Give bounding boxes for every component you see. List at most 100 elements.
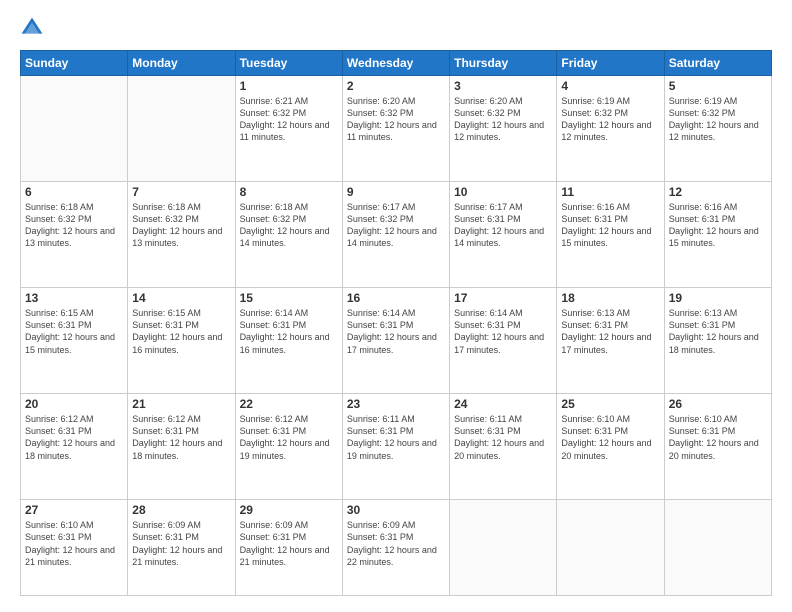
day-info: Sunrise: 6:14 AM Sunset: 6:31 PM Dayligh…	[454, 307, 552, 356]
weekday-header-monday: Monday	[128, 51, 235, 76]
day-info: Sunrise: 6:15 AM Sunset: 6:31 PM Dayligh…	[25, 307, 123, 356]
day-info: Sunrise: 6:10 AM Sunset: 6:31 PM Dayligh…	[25, 519, 123, 568]
day-number: 29	[240, 503, 338, 517]
weekday-header-friday: Friday	[557, 51, 664, 76]
day-number: 1	[240, 79, 338, 93]
day-info: Sunrise: 6:12 AM Sunset: 6:31 PM Dayligh…	[132, 413, 230, 462]
day-number: 7	[132, 185, 230, 199]
day-cell	[21, 76, 128, 182]
day-info: Sunrise: 6:17 AM Sunset: 6:31 PM Dayligh…	[454, 201, 552, 250]
day-number: 5	[669, 79, 767, 93]
day-number: 20	[25, 397, 123, 411]
day-cell: 15Sunrise: 6:14 AM Sunset: 6:31 PM Dayli…	[235, 288, 342, 394]
day-cell	[557, 500, 664, 596]
day-cell: 12 Sunrise: 6:16 AM Sunset: 6:31 PM Dayli…	[664, 182, 771, 288]
day-cell: 1 Sunrise: 6:21 AM Sunset: 6:32 PM Daylig…	[235, 76, 342, 182]
week-row-2: 13Sunrise: 6:15 AM Sunset: 6:31 PM Dayli…	[21, 288, 772, 394]
day-cell: 9 Sunrise: 6:17 AM Sunset: 6:32 PM Daylig…	[342, 182, 449, 288]
day-info: Sunrise: 6:15 AM Sunset: 6:31 PM Dayligh…	[132, 307, 230, 356]
day-cell: 21Sunrise: 6:12 AM Sunset: 6:31 PM Dayli…	[128, 394, 235, 500]
day-cell: 2 Sunrise: 6:20 AM Sunset: 6:32 PM Daylig…	[342, 76, 449, 182]
day-info: Sunrise: 6:19 AM Sunset: 6:32 PM Dayligh…	[669, 95, 767, 144]
week-row-1: 6 Sunrise: 6:18 AM Sunset: 6:32 PM Daylig…	[21, 182, 772, 288]
day-number: 11	[561, 185, 659, 199]
weekday-header-wednesday: Wednesday	[342, 51, 449, 76]
logo-icon	[20, 16, 44, 40]
day-cell	[128, 76, 235, 182]
day-number: 27	[25, 503, 123, 517]
day-cell: 6 Sunrise: 6:18 AM Sunset: 6:32 PM Daylig…	[21, 182, 128, 288]
day-cell: 7 Sunrise: 6:18 AM Sunset: 6:32 PM Daylig…	[128, 182, 235, 288]
day-cell: 14 Sunrise: 6:15 AM Sunset: 6:31 PM Dayli…	[128, 288, 235, 394]
day-info: Sunrise: 6:12 AM Sunset: 6:31 PM Dayligh…	[25, 413, 123, 462]
day-cell: 22 Sunrise: 6:12 AM Sunset: 6:31 PM Dayli…	[235, 394, 342, 500]
calendar-table: SundayMondayTuesdayWednesdayThursdayFrid…	[20, 50, 772, 596]
day-number: 25	[561, 397, 659, 411]
day-info: Sunrise: 6:12 AM Sunset: 6:31 PM Dayligh…	[240, 413, 338, 462]
logo	[20, 16, 48, 40]
day-number: 17	[454, 291, 552, 305]
weekday-header-row: SundayMondayTuesdayWednesdayThursdayFrid…	[21, 51, 772, 76]
day-info: Sunrise: 6:18 AM Sunset: 6:32 PM Dayligh…	[240, 201, 338, 250]
day-info: Sunrise: 6:18 AM Sunset: 6:32 PM Dayligh…	[132, 201, 230, 250]
day-cell: 18 Sunrise: 6:13 AM Sunset: 6:31 PM Dayli…	[557, 288, 664, 394]
day-number: 26	[669, 397, 767, 411]
day-cell: 28Sunrise: 6:09 AM Sunset: 6:31 PM Dayli…	[128, 500, 235, 596]
day-cell: 8 Sunrise: 6:18 AM Sunset: 6:32 PM Daylig…	[235, 182, 342, 288]
day-cell: 23Sunrise: 6:11 AM Sunset: 6:31 PM Dayli…	[342, 394, 449, 500]
day-number: 4	[561, 79, 659, 93]
weekday-header-thursday: Thursday	[450, 51, 557, 76]
day-cell: 30Sunrise: 6:09 AM Sunset: 6:31 PM Dayli…	[342, 500, 449, 596]
day-info: Sunrise: 6:10 AM Sunset: 6:31 PM Dayligh…	[669, 413, 767, 462]
weekday-header-tuesday: Tuesday	[235, 51, 342, 76]
day-number: 10	[454, 185, 552, 199]
week-row-3: 20 Sunrise: 6:12 AM Sunset: 6:31 PM Dayli…	[21, 394, 772, 500]
week-row-4: 27 Sunrise: 6:10 AM Sunset: 6:31 PM Dayli…	[21, 500, 772, 596]
day-number: 14	[132, 291, 230, 305]
day-cell: 26 Sunrise: 6:10 AM Sunset: 6:31 PM Dayli…	[664, 394, 771, 500]
day-number: 8	[240, 185, 338, 199]
header	[20, 16, 772, 40]
day-cell: 24 Sunrise: 6:11 AM Sunset: 6:31 PM Dayli…	[450, 394, 557, 500]
day-cell: 13Sunrise: 6:15 AM Sunset: 6:31 PM Dayli…	[21, 288, 128, 394]
day-info: Sunrise: 6:17 AM Sunset: 6:32 PM Dayligh…	[347, 201, 445, 250]
day-info: Sunrise: 6:16 AM Sunset: 6:31 PM Dayligh…	[561, 201, 659, 250]
day-info: Sunrise: 6:11 AM Sunset: 6:31 PM Dayligh…	[454, 413, 552, 462]
day-number: 6	[25, 185, 123, 199]
day-info: Sunrise: 6:13 AM Sunset: 6:31 PM Dayligh…	[561, 307, 659, 356]
day-info: Sunrise: 6:09 AM Sunset: 6:31 PM Dayligh…	[347, 519, 445, 568]
day-info: Sunrise: 6:13 AM Sunset: 6:31 PM Dayligh…	[669, 307, 767, 356]
day-number: 22	[240, 397, 338, 411]
day-cell: 10 Sunrise: 6:17 AM Sunset: 6:31 PM Dayli…	[450, 182, 557, 288]
day-number: 24	[454, 397, 552, 411]
day-number: 18	[561, 291, 659, 305]
day-number: 2	[347, 79, 445, 93]
weekday-header-saturday: Saturday	[664, 51, 771, 76]
day-info: Sunrise: 6:21 AM Sunset: 6:32 PM Dayligh…	[240, 95, 338, 144]
day-number: 15	[240, 291, 338, 305]
day-info: Sunrise: 6:20 AM Sunset: 6:32 PM Dayligh…	[347, 95, 445, 144]
day-number: 9	[347, 185, 445, 199]
day-cell: 16Sunrise: 6:14 AM Sunset: 6:31 PM Dayli…	[342, 288, 449, 394]
page: SundayMondayTuesdayWednesdayThursdayFrid…	[0, 0, 792, 612]
day-info: Sunrise: 6:20 AM Sunset: 6:32 PM Dayligh…	[454, 95, 552, 144]
day-info: Sunrise: 6:11 AM Sunset: 6:31 PM Dayligh…	[347, 413, 445, 462]
day-cell: 5 Sunrise: 6:19 AM Sunset: 6:32 PM Daylig…	[664, 76, 771, 182]
day-info: Sunrise: 6:19 AM Sunset: 6:32 PM Dayligh…	[561, 95, 659, 144]
day-cell: 25 Sunrise: 6:10 AM Sunset: 6:31 PM Dayli…	[557, 394, 664, 500]
day-cell: 20 Sunrise: 6:12 AM Sunset: 6:31 PM Dayli…	[21, 394, 128, 500]
day-info: Sunrise: 6:10 AM Sunset: 6:31 PM Dayligh…	[561, 413, 659, 462]
day-number: 19	[669, 291, 767, 305]
day-cell: 29 Sunrise: 6:09 AM Sunset: 6:31 PM Dayli…	[235, 500, 342, 596]
day-info: Sunrise: 6:09 AM Sunset: 6:31 PM Dayligh…	[240, 519, 338, 568]
day-cell: 11 Sunrise: 6:16 AM Sunset: 6:31 PM Dayli…	[557, 182, 664, 288]
day-info: Sunrise: 6:16 AM Sunset: 6:31 PM Dayligh…	[669, 201, 767, 250]
day-cell: 19 Sunrise: 6:13 AM Sunset: 6:31 PM Dayli…	[664, 288, 771, 394]
day-number: 3	[454, 79, 552, 93]
day-cell: 3 Sunrise: 6:20 AM Sunset: 6:32 PM Daylig…	[450, 76, 557, 182]
day-info: Sunrise: 6:18 AM Sunset: 6:32 PM Dayligh…	[25, 201, 123, 250]
day-cell	[450, 500, 557, 596]
day-cell	[664, 500, 771, 596]
weekday-header-sunday: Sunday	[21, 51, 128, 76]
day-number: 12	[669, 185, 767, 199]
